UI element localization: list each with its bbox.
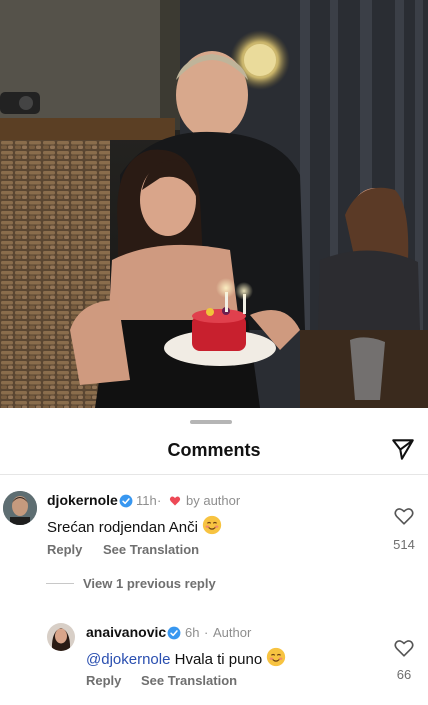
avatar-image bbox=[3, 491, 37, 525]
meta-separator: · bbox=[204, 625, 209, 640]
drag-handle[interactable] bbox=[190, 420, 232, 424]
verified-badge-icon bbox=[119, 494, 133, 508]
reply-body: Hvala ti puno bbox=[174, 651, 263, 668]
author-label: Author bbox=[213, 625, 252, 640]
avatar-image bbox=[47, 623, 75, 651]
like-count: 514 bbox=[393, 537, 415, 552]
avatar[interactable] bbox=[47, 623, 75, 651]
view-previous-reply-button[interactable]: View 1 previous reply bbox=[83, 576, 216, 591]
reply-button[interactable]: Reply bbox=[47, 542, 82, 557]
comment-username[interactable]: djokernole bbox=[47, 492, 118, 508]
meta-separator: · bbox=[157, 493, 162, 508]
send-icon[interactable] bbox=[390, 436, 416, 462]
sheet-title: Comments bbox=[167, 440, 261, 460]
reply-username[interactable]: anaivanovic bbox=[86, 624, 166, 640]
mention-link[interactable]: @djokernole bbox=[86, 651, 170, 668]
post-photo bbox=[0, 0, 428, 408]
verified-badge-icon bbox=[167, 626, 181, 640]
view-replies-line bbox=[46, 583, 74, 584]
comment-time: 11h bbox=[136, 493, 157, 508]
see-translation-button[interactable]: See Translation bbox=[103, 542, 199, 557]
smiling-face-emoji-icon bbox=[202, 515, 222, 535]
smiling-face-emoji-icon bbox=[267, 647, 286, 667]
liked-by-author-label: by author bbox=[186, 493, 241, 508]
see-translation-button[interactable]: See Translation bbox=[141, 673, 237, 688]
heart-outline-icon[interactable] bbox=[393, 505, 415, 527]
liked-by-author-heart-icon bbox=[169, 496, 181, 506]
photo-illustration bbox=[0, 0, 428, 408]
comments-sheet: Comments djokernole 11h · by author Sreć… bbox=[0, 408, 428, 705]
reply-button[interactable]: Reply bbox=[86, 673, 121, 688]
reply-time: 6h bbox=[185, 625, 200, 640]
comment-text: Srećan rodjendan Anči bbox=[47, 515, 222, 536]
avatar[interactable] bbox=[3, 491, 37, 525]
heart-outline-icon[interactable] bbox=[393, 637, 415, 659]
like-count: 66 bbox=[396, 667, 412, 682]
reply-text: @djokernole Hvala ti puno bbox=[86, 647, 286, 668]
comment-body: Srećan rodjendan Anči bbox=[47, 519, 198, 536]
sheet-divider bbox=[0, 474, 428, 475]
